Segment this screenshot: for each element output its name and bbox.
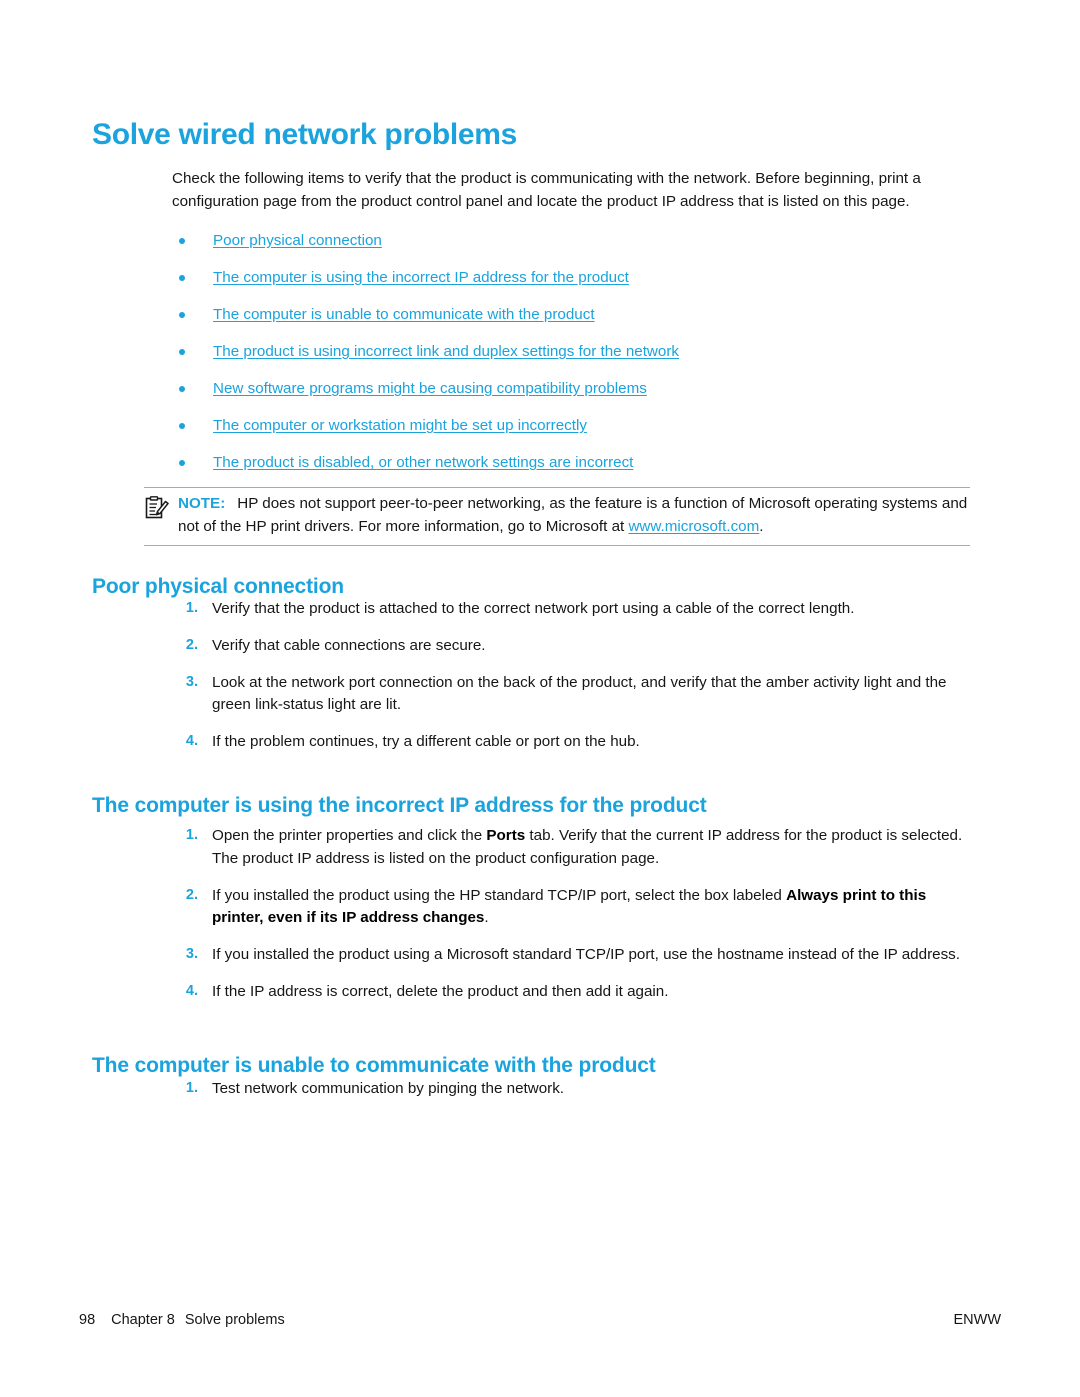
footer-chapter: Chapter 8 xyxy=(111,1312,175,1328)
list-item[interactable]: New software programs might be causing c… xyxy=(172,379,972,416)
step-item: 2. Verify that cable connections are sec… xyxy=(172,635,967,658)
step-text: If you installed the product using a Mic… xyxy=(212,946,960,964)
bullet-dot-icon xyxy=(179,460,185,466)
step-item: 3. If you installed the product using a … xyxy=(172,944,967,967)
xref-link[interactable]: The product is using incorrect link and … xyxy=(213,343,679,360)
bullet-dot-icon xyxy=(179,312,185,318)
step-text: If the problem continues, try a differen… xyxy=(212,733,640,751)
bullet-dot-icon xyxy=(179,275,185,281)
step-text: Open the printer properties and click th… xyxy=(212,827,963,867)
note-clipboard-pencil-icon xyxy=(144,495,170,521)
step-text: Verify that the product is attached to t… xyxy=(212,600,855,617)
xref-link[interactable]: New software programs might be causing c… xyxy=(213,380,647,397)
footer-page-number: 98 xyxy=(79,1312,96,1328)
steps-unable-to-communicate: 1. Test network communication by pinging… xyxy=(172,1078,967,1115)
step-number: 4. xyxy=(185,733,198,750)
list-item[interactable]: The computer is unable to communicate wi… xyxy=(172,305,972,342)
step-item: 1. Test network communication by pinging… xyxy=(172,1078,967,1101)
note-text-after: . xyxy=(759,517,764,535)
document-page: Solve wired network problems Check the f… xyxy=(0,0,1080,1397)
step-text: If the IP address is correct, delete the… xyxy=(212,982,669,1000)
xref-link[interactable]: The product is disabled, or other networ… xyxy=(213,454,633,471)
step-number: 4. xyxy=(185,982,198,999)
step-item: 4. If the problem continues, try a diffe… xyxy=(172,731,967,754)
step-item: 1. Open the printer properties and click… xyxy=(172,825,967,871)
list-item[interactable]: Poor physical connection xyxy=(172,231,972,268)
step-number: 3. xyxy=(185,946,198,963)
step-item: 4. If the IP address is correct, delete … xyxy=(172,981,967,1004)
step-text: Test network communication by pinging th… xyxy=(212,1080,565,1097)
section-heading-incorrect-ip-address: The computer is using the incorrect IP a… xyxy=(92,794,707,818)
bullet-dot-icon xyxy=(179,386,185,392)
step-text: If you installed the product using the H… xyxy=(212,886,927,927)
note-content: NOTE: HP does not support peer-to-peer ne… xyxy=(144,493,970,539)
cross-reference-list: Poor physical connection The computer is… xyxy=(172,231,972,490)
note-admonition: NOTE: HP does not support peer-to-peer ne… xyxy=(144,487,970,546)
intro-paragraph: Check the following items to verify that… xyxy=(172,170,921,211)
step-number: 2. xyxy=(185,636,198,653)
list-item[interactable]: The product is using incorrect link and … xyxy=(172,342,972,379)
step-item: 1. Verify that the product is attached t… xyxy=(172,598,967,621)
step-number: 1. xyxy=(185,827,198,843)
section-heading-unable-to-communicate: The computer is unable to communicate wi… xyxy=(92,1054,656,1078)
step-item: 3. Look at the network port connection o… xyxy=(172,672,967,718)
xref-link[interactable]: The computer is using the incorrect IP a… xyxy=(213,269,629,286)
list-item[interactable]: The computer or workstation might be set… xyxy=(172,416,972,453)
footer-right-label: ENWW xyxy=(953,1312,1001,1328)
section-heading-poor-physical-connection: Poor physical connection xyxy=(92,575,344,599)
steps-incorrect-ip-address: 1. Open the printer properties and click… xyxy=(172,825,967,1018)
xref-link[interactable]: The computer is unable to communicate wi… xyxy=(213,306,595,323)
bullet-dot-icon xyxy=(179,423,185,429)
steps-poor-physical-connection: 1. Verify that the product is attached t… xyxy=(172,598,967,768)
bullet-dot-icon xyxy=(179,349,185,355)
step-number: 1. xyxy=(185,600,198,616)
xref-link[interactable]: The computer or workstation might be set… xyxy=(213,417,587,434)
microsoft-link[interactable]: www.microsoft.com xyxy=(628,518,759,535)
step-text: Verify that cable connections are secure… xyxy=(212,636,486,654)
note-text-before: HP does not support peer-to-peer network… xyxy=(178,495,968,535)
step-number: 3. xyxy=(185,673,198,690)
note-label: NOTE: xyxy=(178,495,226,512)
list-item[interactable]: The computer is using the incorrect IP a… xyxy=(172,268,972,305)
page-footer: 98 Chapter 8 Solve problems ENWW xyxy=(0,1312,1080,1336)
page-title: Solve wired network problems xyxy=(92,118,518,152)
bullet-dot-icon xyxy=(179,238,185,244)
step-item: 2. If you installed the product using th… xyxy=(172,885,967,931)
step-number: 2. xyxy=(185,886,198,903)
footer-left: 98 Chapter 8 Solve problems xyxy=(79,1312,285,1328)
list-item[interactable]: The product is disabled, or other networ… xyxy=(172,453,972,490)
xref-link[interactable]: Poor physical connection xyxy=(213,232,382,249)
footer-chapter-title: Solve problems xyxy=(184,1312,285,1328)
step-text: Look at the network port connection on t… xyxy=(212,673,947,714)
step-number: 1. xyxy=(185,1080,198,1096)
